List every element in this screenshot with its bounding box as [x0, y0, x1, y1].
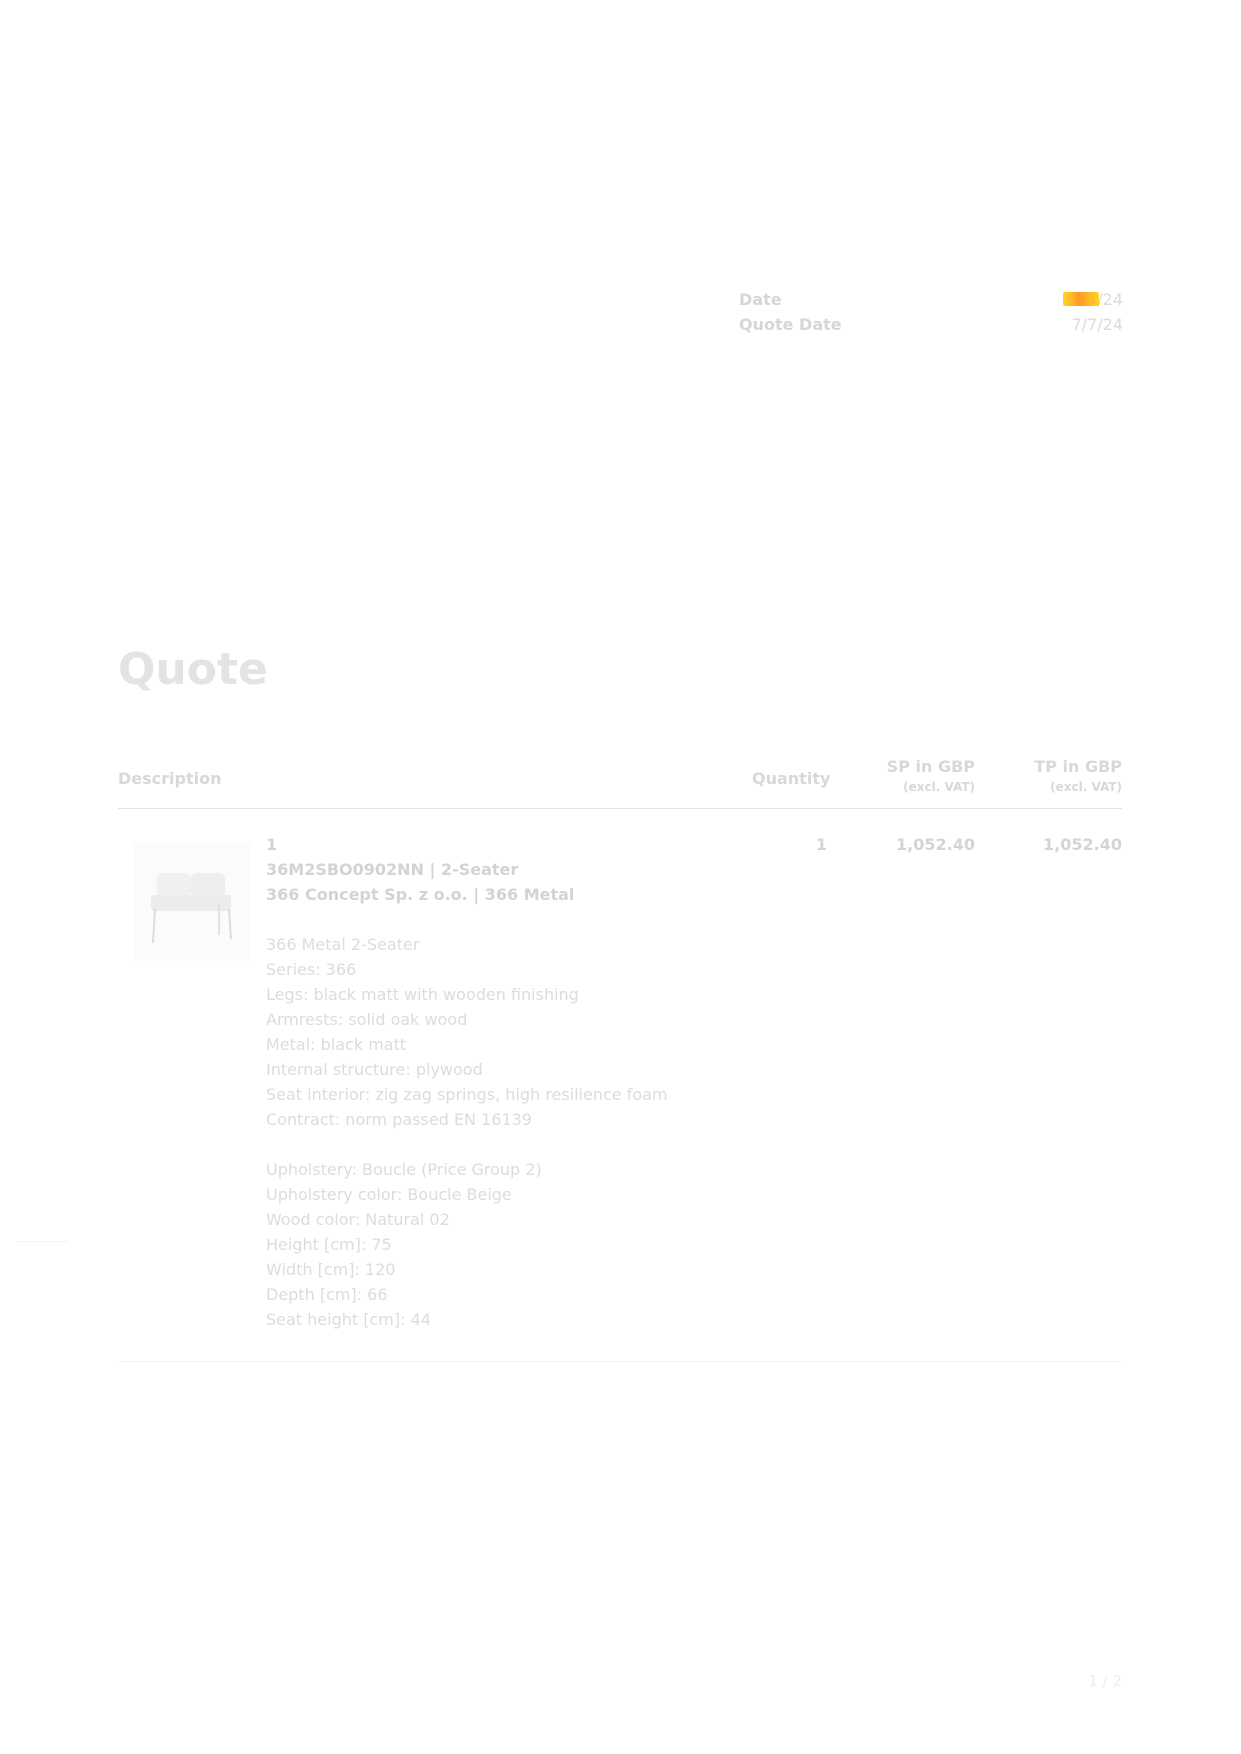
fold-mark — [18, 1241, 68, 1242]
quote-date-row: Quote Date 7/7/24 — [739, 312, 1123, 337]
column-header-tp: TP in GBP (excl. VAT) — [1034, 757, 1122, 794]
column-header-quantity: Quantity — [752, 769, 831, 788]
table-header-divider — [118, 808, 1122, 809]
option-line: Wood color: Natural 02 — [266, 1210, 450, 1229]
item-position: 1 — [266, 835, 278, 854]
column-header-tp-sub: (excl. VAT) — [1050, 780, 1122, 794]
item-maker-line: 366 Concept Sp. z o.o. | 366 Metal — [266, 885, 575, 904]
option-line: Depth [cm]: 66 — [266, 1285, 388, 1304]
detail-line: Seat interior: zig zag springs, high res… — [266, 1085, 668, 1104]
column-header-tp-label: TP in GBP — [1034, 757, 1122, 776]
page-number: 1 / 2 — [1088, 1672, 1122, 1690]
quote-meta: Date 7/7/24 Quote Date 7/7/24 — [739, 287, 1123, 337]
item-quantity: 1 — [815, 835, 827, 854]
item-sp-value: 1,052.40 — [896, 835, 975, 854]
option-line: Upholstery color: Boucle Beige — [266, 1185, 512, 1204]
item-tp-value: 1,052.40 — [1043, 835, 1122, 854]
detail-line: Contract: norm passed EN 16139 — [266, 1110, 532, 1129]
date-label: Date — [739, 290, 782, 309]
item-code-line: 36M2SBO0902NN | 2-Seater — [266, 860, 519, 879]
detail-line: 366 Metal 2-Seater — [266, 935, 420, 954]
option-line: Width [cm]: 120 — [266, 1260, 396, 1279]
product-thumbnail — [133, 843, 251, 961]
option-line: Height [cm]: 75 — [266, 1235, 392, 1254]
option-line: Upholstery: Boucle (Price Group 2) — [266, 1160, 542, 1179]
quote-date-value: 7/7/24 — [1071, 315, 1124, 334]
detail-line: Internal structure: plywood — [266, 1060, 483, 1079]
page-title: Quote — [118, 644, 268, 695]
item-description: 1 36M2SBO0902NN | 2-Seater 366 Concept S… — [266, 832, 786, 1332]
column-header-sp: SP in GBP (excl. VAT) — [887, 757, 975, 794]
table-row-divider — [118, 1361, 1122, 1362]
quote-date-label: Quote Date — [739, 315, 842, 334]
detail-line: Armrests: solid oak wood — [266, 1010, 468, 1029]
column-header-description: Description — [118, 769, 222, 788]
sofa-icon — [151, 873, 232, 944]
column-header-sp-label: SP in GBP — [886, 757, 975, 776]
column-header-sp-sub: (excl. VAT) — [903, 780, 975, 794]
date-row: Date 7/7/24 — [739, 287, 1123, 312]
date-value: 7/7/24 — [1062, 287, 1123, 312]
option-line: Seat height [cm]: 44 — [266, 1310, 431, 1329]
detail-line: Metal: black matt — [266, 1035, 407, 1054]
detail-line: Legs: black matt with wooden finishing — [266, 985, 579, 1004]
date-highlight-mark — [1062, 292, 1099, 306]
detail-line: Series: 366 — [266, 960, 357, 979]
